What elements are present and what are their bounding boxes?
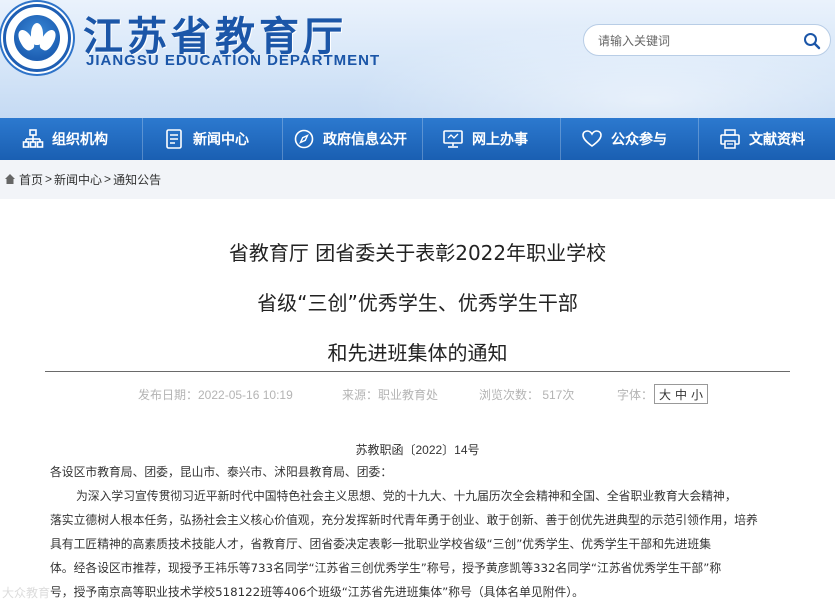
body-line: 为深入学习宣传贯彻习近平新时代中国特色社会主义思想、党的十九大、十九届历次全会精…	[76, 489, 737, 503]
search-icon[interactable]	[802, 31, 822, 51]
site-subtitle: JIANGSU EDUCATION DEPARTMENT	[86, 52, 381, 69]
breadcrumb-notice-link[interactable]: 通知公告	[113, 171, 161, 188]
font-large-button[interactable]: 大	[659, 386, 671, 403]
view-count: 浏览次数： 517次	[479, 388, 575, 402]
nav-item-online-services[interactable]: 网上办事	[423, 118, 561, 160]
search-box	[583, 24, 831, 56]
article-source: 来源：职业教育处	[342, 388, 439, 402]
watermark: 大众教育	[2, 586, 51, 600]
article-title-line-1: 省教育厅 团省委关于表彰2022年职业学校	[228, 241, 607, 265]
breadcrumb-separator: >	[104, 172, 112, 186]
document-icon	[163, 128, 185, 150]
nav-item-label: 文献资料	[749, 132, 805, 148]
site-header: 江苏省教育厅 JIANGSU EDUCATION DEPARTMENT	[0, 0, 835, 118]
logo-emblem	[14, 15, 60, 61]
monitor-icon	[442, 128, 464, 150]
font-size-label: 字体：	[617, 388, 654, 402]
font-small-button[interactable]: 小	[691, 386, 703, 403]
breadcrumb-separator: >	[45, 172, 53, 186]
nav-item-gov-info[interactable]: 政府信息公开	[283, 118, 423, 160]
compass-icon	[293, 128, 315, 150]
article-title-line-2: 省级“三创”优秀学生、优秀学生干部	[257, 291, 578, 315]
printer-icon	[719, 128, 741, 150]
search-input[interactable]	[598, 32, 798, 50]
body-line: 具有工匠精神的高素质技术技能人才，省教育厅、团省委决定表彰一批职业学校省级“三创…	[50, 537, 712, 551]
heart-icon	[581, 128, 603, 150]
main-nav: 组织机构 新闻中心 政府信息公开 网上办事 公众参与 文献资料	[0, 118, 835, 160]
breadcrumb-news-link[interactable]: 新闻中心	[54, 171, 102, 188]
site-logo[interactable]	[3, 4, 71, 72]
article-panel: 省教育厅 团省委关于表彰2022年职业学校 省级“三创”优秀学生、优秀学生干部 …	[0, 199, 835, 611]
nav-item-label: 组织机构	[52, 132, 108, 148]
nav-item-label: 网上办事	[472, 132, 528, 148]
font-medium-button[interactable]: 中	[675, 386, 687, 403]
body-line: 体。经各设区市推荐，现授予王祎乐等733名同学“江苏省三创优秀学生”称号，授予黄…	[50, 561, 722, 575]
nav-item-label: 政府信息公开	[323, 132, 407, 148]
nav-item-public-participation[interactable]: 公众参与	[561, 118, 699, 160]
body-line: 号，授予南京高等职业技术学校518122班等406个班级“江苏省先进班集体”称号…	[50, 585, 584, 599]
nav-item-news[interactable]: 新闻中心	[143, 118, 283, 160]
nav-item-label: 新闻中心	[193, 132, 249, 148]
org-chart-icon	[22, 128, 44, 150]
nav-item-label: 公众参与	[611, 132, 667, 148]
breadcrumb: 首页 > 新闻中心 > 通知公告	[4, 170, 161, 188]
body-line: 落实立德树人根本任务，弘扬社会主义核心价值观，充分发挥新时代青年勇于创业、敢于创…	[50, 513, 758, 527]
article-title-line-3: 和先进班集体的通知	[327, 341, 508, 365]
document-number: 苏教职函〔2022〕14号	[355, 443, 480, 457]
title-divider	[45, 371, 790, 372]
nav-item-literature[interactable]: 文献资料	[699, 118, 835, 160]
nav-item-organization[interactable]: 组织机构	[0, 118, 143, 160]
font-size-switcher: 大 中 小	[654, 384, 709, 404]
breadcrumb-home-link[interactable]: 首页	[19, 171, 43, 188]
home-icon	[4, 173, 16, 185]
addressee: 各设区市教育局、团委，昆山市、泰兴市、沭阳县教育局、团委：	[50, 465, 393, 479]
publish-date: 发布日期：2022-05-16 10:19	[138, 388, 293, 402]
